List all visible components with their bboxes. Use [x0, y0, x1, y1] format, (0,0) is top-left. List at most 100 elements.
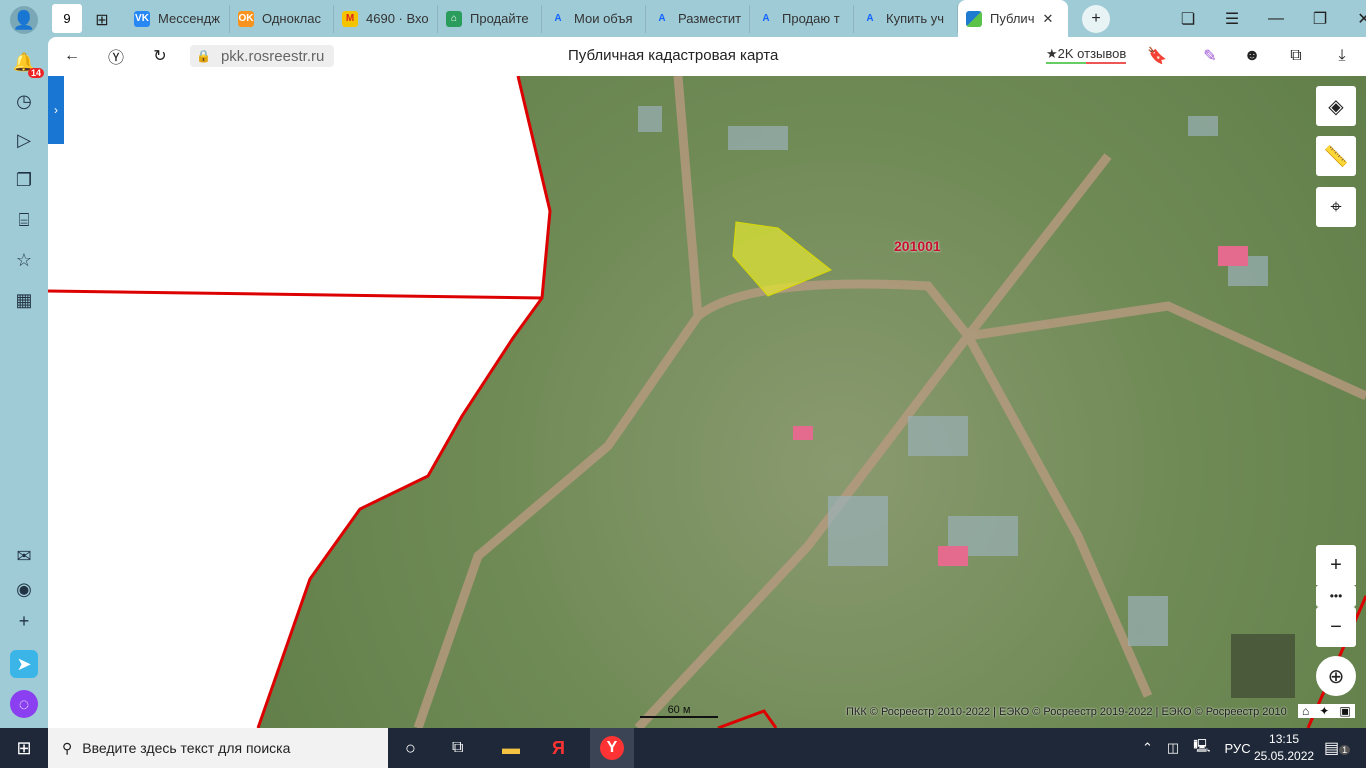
tab[interactable]: VK Мессендж	[126, 4, 230, 33]
camera-icon[interactable]: ◫	[1167, 740, 1179, 756]
language-indicator[interactable]: РУС	[1225, 741, 1251, 756]
cadastral-map[interactable]: › 201001 ◈ 📏 ⌖ + ••• − ⊕ 60 м ПКК © Роср…	[48, 76, 1366, 728]
add-app-icon[interactable]: +	[10, 607, 38, 635]
taskbar: ⊞ ⚲ Введите здесь текст для поиска ○ ⧉ ▬ …	[0, 728, 1366, 768]
taskbar-search[interactable]: ⚲ Введите здесь текст для поиска	[48, 728, 388, 768]
tab[interactable]: A Разместит	[646, 4, 750, 33]
collections-icon[interactable]: ❐	[10, 166, 38, 194]
reload-icon[interactable]: ↻	[146, 42, 174, 70]
screenshot-icon[interactable]: ⌸	[10, 206, 38, 234]
map-mini-controls: ⌂ ✦ ▣	[1298, 704, 1355, 718]
yandex-icon[interactable]: Ⓨ	[102, 42, 130, 70]
tab-label: Купить уч	[886, 11, 944, 26]
tab-label: Продаю т	[782, 11, 840, 26]
yandex-app-icon[interactable]: Я	[552, 738, 565, 759]
home-tab-counter[interactable]: 9	[52, 4, 82, 33]
extension-icon[interactable]: ☻	[1238, 42, 1266, 70]
tab-label: Мои объя	[574, 11, 633, 26]
road	[634, 153, 1112, 728]
tab[interactable]: A Мои объя	[542, 4, 646, 33]
road	[695, 279, 1153, 698]
cadastral-quarter-label: 201001	[894, 238, 941, 254]
yandex-browser-taskbar-icon[interactable]: Y	[590, 728, 634, 768]
tab-label: Публич	[990, 11, 1035, 26]
clock[interactable]: 13:15 25.05.2022	[1254, 731, 1314, 765]
bookmarks-icon[interactable]: ❏	[1174, 5, 1202, 33]
fullscreen-icon[interactable]: ▣	[1339, 704, 1350, 718]
parcel-boundary	[717, 709, 778, 728]
app-icon[interactable]: ◉	[10, 575, 38, 603]
tab-bar: VK Мессендж OK Одноклас M 4690 · Вхо ⌂ Прода…	[126, 0, 1366, 37]
system-tray: ⌃ ◫ 🖳 РУС	[1142, 737, 1251, 759]
more-zoom-button[interactable]: •••	[1316, 585, 1356, 607]
url-field[interactable]: 🔒 pkk.rosreestr.ru	[190, 45, 335, 67]
tab[interactable]: M 4690 · Вхо	[334, 4, 438, 33]
download-icon[interactable]: ⤓	[1328, 42, 1356, 70]
point-icon[interactable]: ✦	[1319, 704, 1329, 718]
alice-icon[interactable]: ◌	[10, 690, 38, 718]
history-icon[interactable]: ◷	[10, 87, 38, 115]
file-explorer-icon[interactable]: ▬	[502, 738, 520, 759]
compass-button[interactable]: ⊕	[1316, 656, 1356, 696]
back-icon[interactable]: ←	[58, 42, 86, 70]
mail-icon: M	[342, 10, 358, 27]
tab[interactable]: A Купить уч	[854, 4, 958, 33]
tab[interactable]: A Продаю т	[750, 4, 854, 33]
bell-icon[interactable]: 🔔 14	[10, 48, 44, 78]
basemap-thumbnail[interactable]	[1231, 634, 1295, 698]
network-icon[interactable]: 🖳	[1193, 737, 1210, 759]
apps-icon[interactable]: ▦	[10, 286, 38, 314]
action-center-icon[interactable]: ▤ 1	[1324, 738, 1351, 758]
star-icon[interactable]: ☆	[10, 246, 38, 274]
profile-avatar-icon[interactable]: 👤	[10, 6, 38, 34]
minimize-icon[interactable]: —	[1262, 5, 1290, 33]
zoom-out-button[interactable]: −	[1316, 607, 1356, 647]
feather-icon[interactable]: ✎	[1196, 42, 1224, 70]
menu-icon[interactable]: ☰	[1218, 5, 1246, 33]
task-view-icon[interactable]: ⧉	[452, 739, 463, 757]
chevron-up-icon[interactable]: ⌃	[1142, 740, 1153, 756]
avito-icon: A	[658, 13, 666, 24]
page-title: Публичная кадастровая карта	[568, 47, 779, 64]
bookmark-icon[interactable]: 🔖	[1143, 42, 1171, 70]
tab-active[interactable]: Публич ✕	[958, 0, 1068, 37]
avito-icon: A	[866, 13, 874, 24]
url-text: pkk.rosreestr.ru	[220, 47, 325, 65]
address-bar: ← Ⓨ ↻ 🔒 pkk.rosreestr.ru Публичная кадаст…	[48, 37, 1366, 76]
browser-sidebar: 👤 🔔 14 ◷ ▷ ❐ ⌸ ☆ ▦ ✉ ◉ + ➤ ◌	[0, 0, 48, 728]
home-icon[interactable]: ⌂	[1302, 704, 1309, 718]
tab-label: 4690 · Вхо	[366, 11, 429, 26]
locate-button[interactable]: ⌖	[1316, 187, 1356, 227]
new-tab-button[interactable]: +	[1082, 4, 1110, 33]
tab[interactable]: OK Одноклас	[230, 4, 334, 33]
tab[interactable]: ⌂ Продайте	[438, 4, 542, 33]
tab-label: Разместит	[678, 11, 742, 26]
play-icon[interactable]: ▷	[10, 126, 38, 154]
rosreestr-icon	[966, 10, 982, 27]
ruler-button[interactable]: 📏	[1316, 136, 1356, 176]
cortana-icon[interactable]: ○	[405, 738, 416, 759]
restore-icon[interactable]: ❐	[1306, 5, 1334, 33]
date: 25.05.2022	[1254, 749, 1315, 763]
road	[967, 301, 1366, 401]
layers-button[interactable]: ◈	[1316, 86, 1356, 126]
tab-label: Одноклас	[262, 11, 321, 26]
tab-label: Продайте	[470, 11, 529, 26]
extensions-icon[interactable]: ⧉	[1282, 42, 1310, 70]
reviews-badge[interactable]: ★2K отзывов	[1046, 46, 1127, 64]
map-layer	[48, 76, 1366, 728]
mail-app-icon[interactable]: ✉	[10, 542, 38, 570]
time: 13:15	[1269, 732, 1300, 746]
windows-start-icon[interactable]: ⊞	[0, 738, 48, 759]
close-window-icon[interactable]: ✕	[1350, 5, 1366, 33]
zoom-in-button[interactable]: +	[1316, 545, 1356, 585]
vk-icon: VK	[134, 10, 150, 27]
lock-icon: 🔒	[196, 49, 211, 63]
expand-panel-button[interactable]: ›	[48, 76, 64, 144]
ok-icon: OK	[238, 10, 254, 27]
messenger-icon[interactable]: ➤	[10, 650, 38, 678]
scale-bar: 60 м	[640, 704, 718, 718]
close-tab-icon[interactable]: ✕	[1042, 11, 1053, 27]
notification-badge: 14	[27, 68, 44, 78]
new-tab-group-icon[interactable]: ⊞	[88, 6, 116, 34]
